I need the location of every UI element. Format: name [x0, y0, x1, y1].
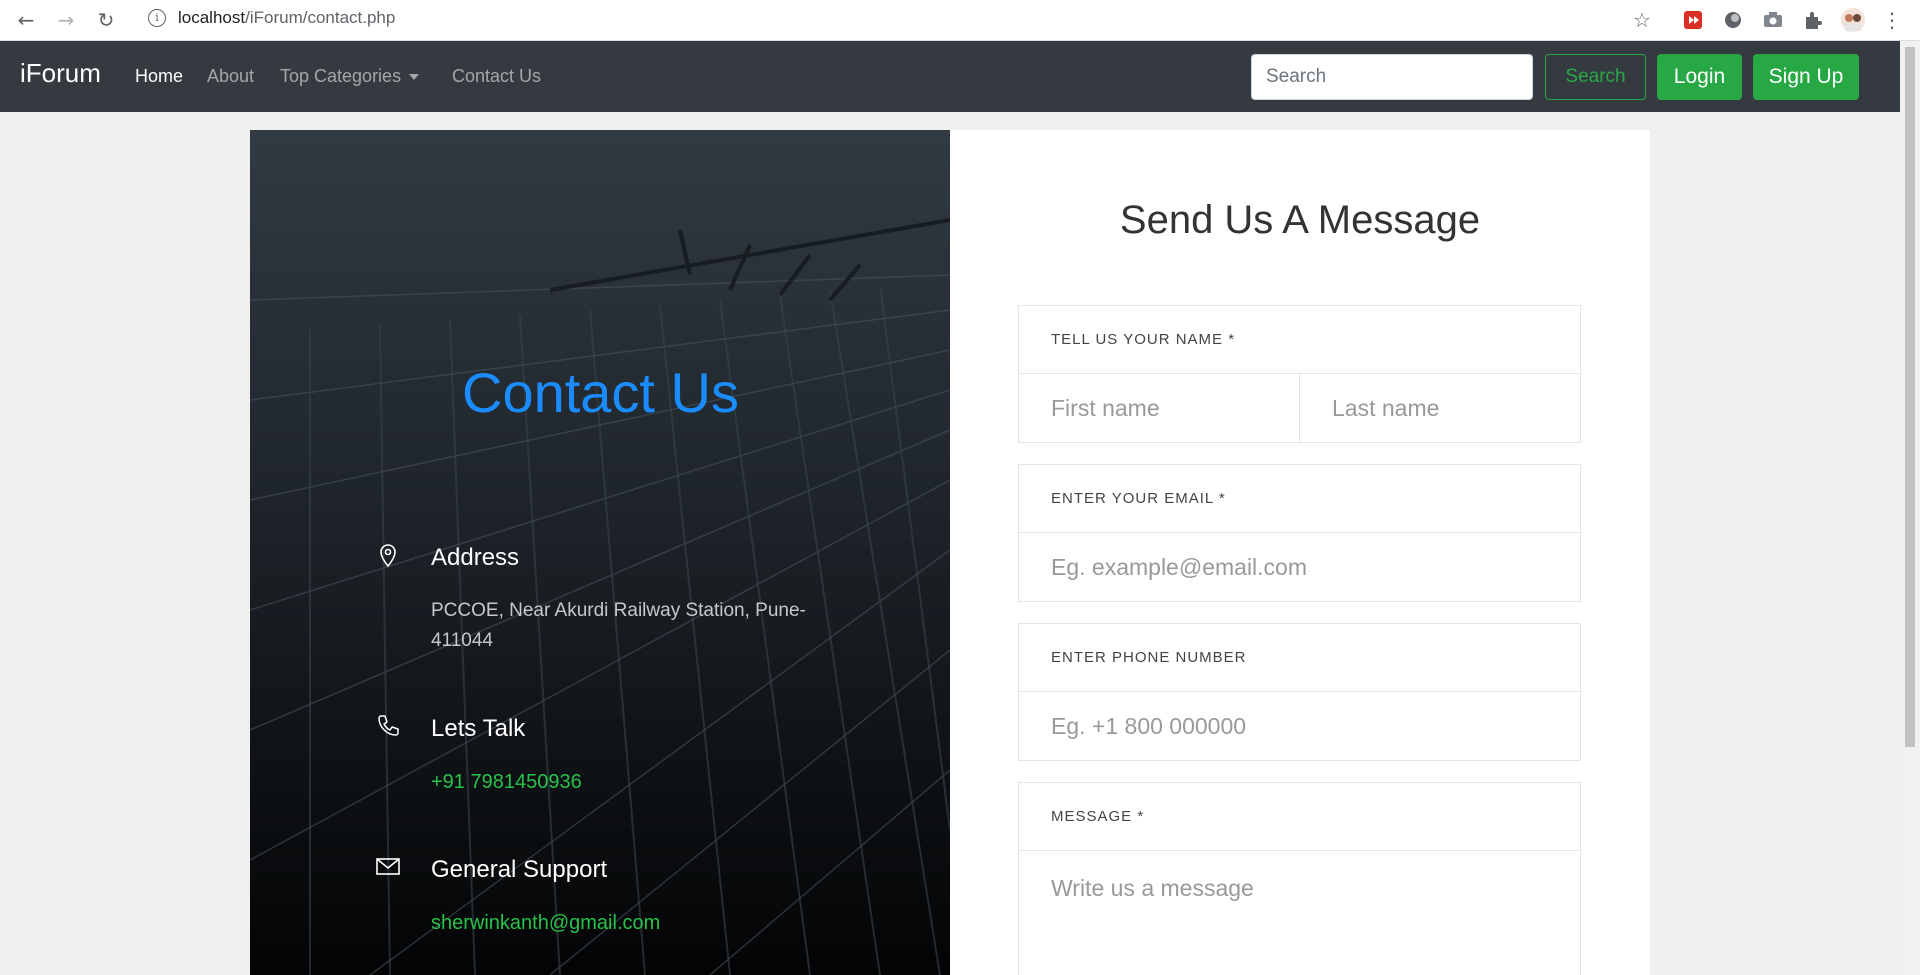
nav-top-categories[interactable]: Top Categories — [280, 66, 420, 87]
location-pin-icon — [380, 544, 396, 568]
url-host: localhost — [178, 8, 246, 27]
email-input[interactable]: Eg. example@email.com — [1019, 533, 1580, 601]
forward-icon[interactable]: → — [54, 8, 78, 32]
url-path: /iForum/contact.php — [245, 8, 396, 27]
search-input[interactable] — [1251, 54, 1533, 100]
scrollbar-thumb[interactable] — [1905, 47, 1915, 747]
contact-form-panel: Send Us A Message TELL US YOUR NAME * Fi… — [950, 130, 1650, 975]
back-icon[interactable]: ← — [14, 8, 38, 32]
search-button[interactable]: Search — [1545, 54, 1646, 100]
name-label: TELL US YOUR NAME * — [1019, 306, 1580, 374]
phone-field-group: ENTER PHONE NUMBER Eg. +1 800 000000 — [1018, 623, 1581, 761]
contact-info-panel: Contact Us Address PCCOE, Near Akurdi Ra… — [250, 130, 950, 975]
first-name-input[interactable]: First name — [1019, 374, 1300, 442]
message-textarea[interactable]: Write us a message — [1019, 851, 1580, 975]
phone-label: ENTER PHONE NUMBER — [1019, 624, 1580, 692]
nav-top-categories-label: Top Categories — [280, 66, 402, 86]
camera-icon[interactable] — [1760, 7, 1786, 33]
address-bar[interactable]: localhost/iForum/contact.php — [178, 6, 395, 30]
last-name-input[interactable]: Last name — [1300, 374, 1580, 442]
nav-about[interactable]: About — [207, 66, 254, 87]
site-info-icon[interactable]: i — [148, 9, 166, 27]
phone-icon — [378, 715, 399, 736]
contact-title: Contact Us — [462, 361, 739, 424]
general-support-heading: General Support — [431, 856, 608, 883]
message-field-group: MESSAGE * Write us a message — [1018, 782, 1581, 975]
puzzle-extensions-icon[interactable] — [1800, 7, 1826, 33]
profile-avatar[interactable] — [1840, 7, 1866, 33]
name-field-group: TELL US YOUR NAME * First name Last name — [1018, 305, 1581, 443]
extension-red-icon[interactable] — [1680, 7, 1706, 33]
address-heading: Address — [431, 544, 520, 571]
phone-number-link[interactable]: +91 7981450936 — [431, 771, 582, 794]
reload-icon[interactable]: ↻ — [94, 8, 118, 32]
login-button[interactable]: Login — [1657, 54, 1742, 100]
lets-talk-heading: Lets Talk — [431, 715, 526, 742]
chevron-down-icon — [409, 74, 420, 81]
browser-toolbar: ← → ↻ i localhost/iForum/contact.php ☆ ⋮ — [0, 0, 1920, 41]
email-label: ENTER YOUR EMAIL * — [1019, 465, 1580, 533]
phone-input[interactable]: Eg. +1 800 000000 — [1019, 692, 1580, 760]
form-title: Send Us A Message — [1119, 198, 1481, 242]
site-navbar: iForum Home About Top Categories Contact… — [0, 41, 1900, 112]
extension-circle-icon[interactable] — [1720, 7, 1746, 33]
brand-logo[interactable]: iForum — [20, 58, 101, 89]
message-label: MESSAGE * — [1019, 783, 1580, 851]
bookmark-star-icon[interactable]: ☆ — [1630, 8, 1654, 32]
mail-icon — [376, 858, 400, 875]
nav-contact-us[interactable]: Contact Us — [452, 66, 541, 87]
support-email-link[interactable]: sherwinkanth@gmail.com — [431, 912, 660, 935]
address-text: PCCOE, Near Akurdi Railway Station, Pune… — [431, 600, 806, 651]
page-scrollbar[interactable] — [1900, 41, 1920, 975]
building-background-image — [250, 130, 950, 975]
chrome-menu-icon[interactable]: ⋮ — [1880, 8, 1904, 32]
nav-home[interactable]: Home — [135, 66, 183, 87]
signup-button[interactable]: Sign Up — [1753, 54, 1859, 100]
email-field-group: ENTER YOUR EMAIL * Eg. example@email.com — [1018, 464, 1581, 602]
